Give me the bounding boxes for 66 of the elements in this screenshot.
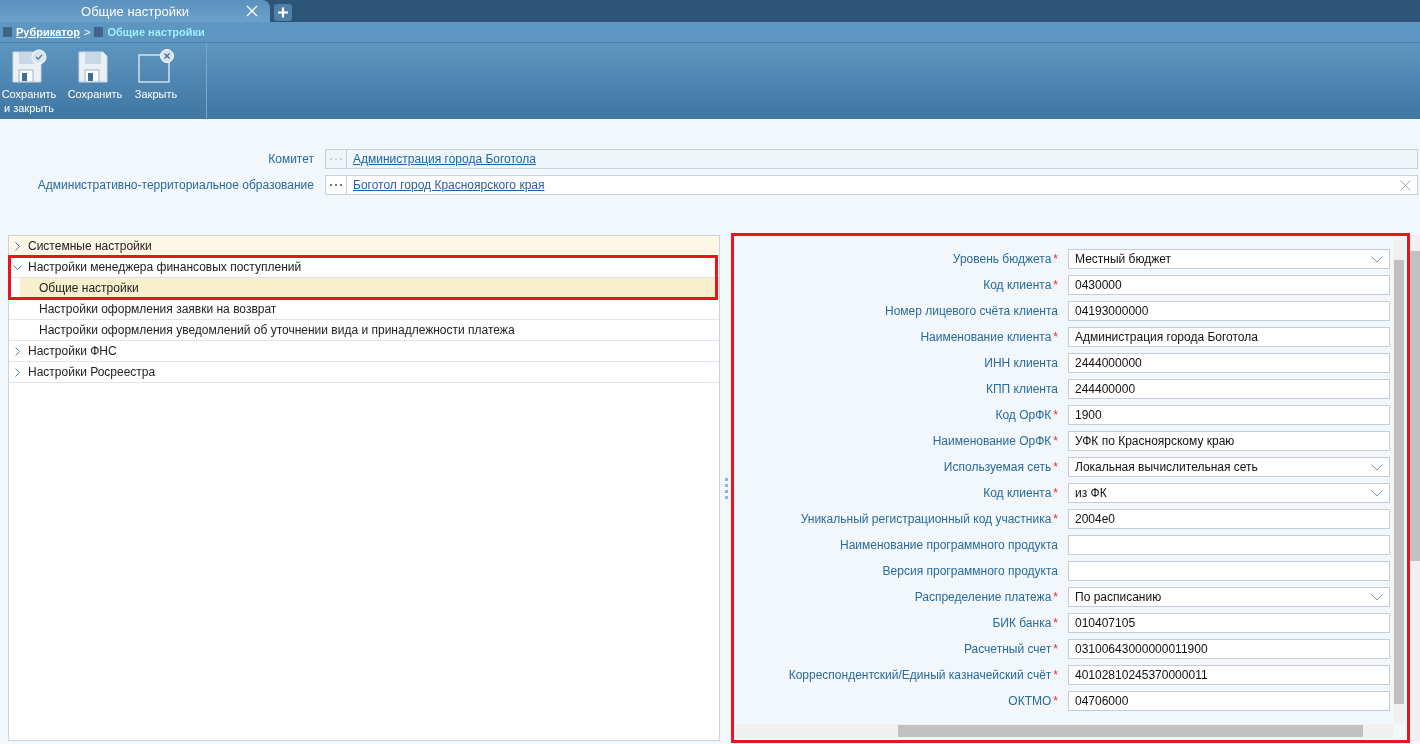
field-label: Код клиента *: [982, 278, 1059, 292]
field-label: Код клиента *: [982, 486, 1059, 500]
dropdown-field[interactable]: По расписанию: [1068, 587, 1390, 607]
toolbar-button[interactable]: Сохранить и закрыть: [0, 43, 58, 115]
floppy-disk-check-icon: [11, 49, 47, 83]
field-label: Наименование клиента *: [919, 330, 1059, 344]
scrollbar[interactable]: [736, 724, 1393, 738]
field-label: Комитет: [267, 152, 315, 166]
close-icon[interactable]: [246, 5, 258, 17]
field-label: ИНН клиента: [983, 356, 1059, 370]
input-field[interactable]: 0430000: [1068, 275, 1390, 295]
field-label: Номер лицевого счёта клиента: [884, 304, 1059, 318]
field-label: Используемая сеть *: [942, 460, 1059, 474]
chevron-down-icon: [1371, 489, 1383, 497]
list-icon: [3, 27, 12, 37]
field-label: Уровень бюджета *: [951, 252, 1059, 266]
field-label: КПП клиента: [985, 382, 1059, 396]
chevron-right-icon[interactable]: [13, 367, 22, 377]
input-field[interactable]: 40102810245370000011: [1068, 665, 1390, 685]
tree-item[interactable]: Общие настройки: [20, 278, 719, 299]
scrollbar[interactable]: [1393, 240, 1405, 724]
toolbar-button[interactable]: Сохранить: [66, 43, 124, 101]
input-field[interactable]: 2004e0: [1068, 509, 1390, 529]
field-label: Расчетный счет *: [962, 642, 1059, 656]
field-label: Уникальный регистрационный код участника *: [799, 512, 1059, 526]
list-icon: [94, 27, 104, 37]
field-label: ОКТМО *: [1007, 694, 1059, 708]
input-field[interactable]: Администрация города Боготола: [1068, 327, 1390, 347]
field-label: Наименование программного продукта: [839, 538, 1059, 552]
input-field[interactable]: 010407105: [1068, 613, 1390, 633]
field-label: Версия программного продукта: [881, 564, 1059, 578]
input-field[interactable]: 04706000: [1068, 691, 1390, 711]
dropdown-field[interactable]: Локальная вычислительная сеть: [1068, 457, 1390, 477]
add-tab-icon[interactable]: [274, 3, 292, 21]
input-field[interactable]: 244400000: [1068, 379, 1390, 399]
chevron-down-icon: [1371, 255, 1383, 263]
field-label: Код ОрФК *: [994, 408, 1059, 422]
input-field[interactable]: 2444000000: [1068, 353, 1390, 373]
tree-item[interactable]: Системные настройки: [9, 236, 719, 257]
chevron-right-icon[interactable]: [13, 241, 22, 251]
field-label: Административно-территориальное образование: [36, 178, 315, 192]
dropdown-field[interactable]: из ФК: [1068, 483, 1390, 503]
input-field[interactable]: [1068, 561, 1390, 581]
lookup-field[interactable]: Боготол город Красноярского края: [325, 175, 1418, 195]
breadcrumb-separator: >: [84, 26, 91, 38]
input-field[interactable]: [1068, 535, 1390, 555]
lookup-value-link[interactable]: Боготол город Красноярского края: [347, 178, 1400, 192]
close-window-icon: [138, 49, 174, 83]
field-label: Распределение платежа *: [913, 590, 1059, 604]
chevron-down-icon[interactable]: [13, 262, 22, 272]
clear-icon[interactable]: [1400, 179, 1411, 191]
splitter-grip-icon[interactable]: [725, 478, 728, 500]
toolbar-button[interactable]: Закрыть: [132, 43, 180, 101]
scrollbar[interactable]: [1410, 235, 1420, 741]
chevron-down-icon: [1371, 463, 1383, 471]
input-field[interactable]: 03100643000000011900: [1068, 639, 1390, 659]
input-field[interactable]: УФК по Красноярскому краю: [1068, 431, 1390, 451]
breadcrumb-current: Общие настройки: [107, 26, 205, 38]
field-label: БИК банка *: [991, 616, 1059, 630]
field-label: Корреспондентский/Единый казначейский счёт *: [787, 668, 1059, 682]
field-label: Наименование ОрФК *: [931, 434, 1059, 448]
dropdown-field[interactable]: Местный бюджет: [1068, 249, 1390, 269]
chevron-down-icon: [1371, 593, 1383, 601]
chevron-right-icon[interactable]: [13, 346, 22, 356]
input-field[interactable]: 1900: [1068, 405, 1390, 425]
input-field[interactable]: 04193000000: [1068, 301, 1390, 321]
